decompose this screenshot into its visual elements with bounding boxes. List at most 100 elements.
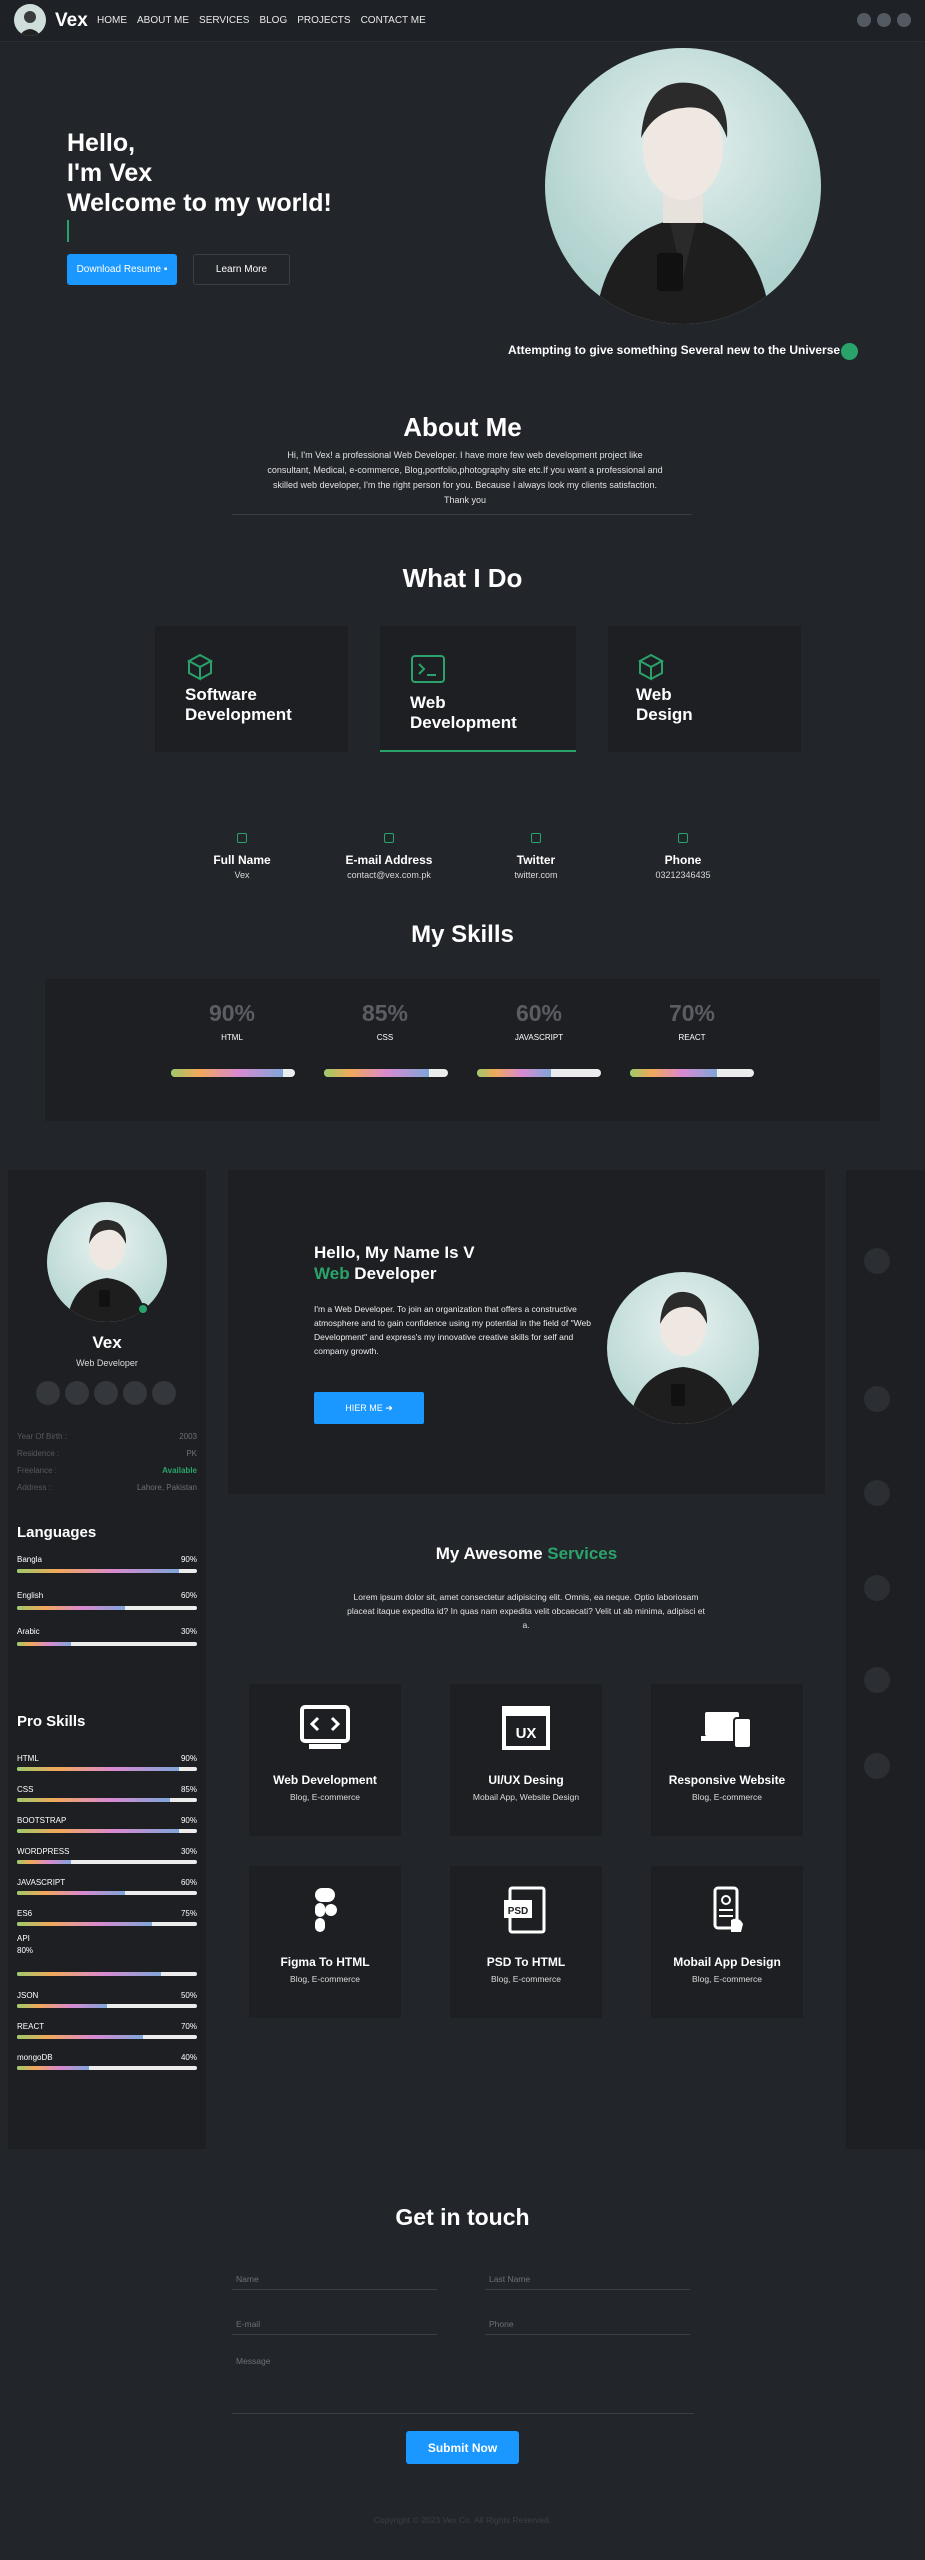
- skill-javascript: 60% JAVASCRIPT: [514, 1000, 564, 1042]
- brand-name[interactable]: Vex: [55, 10, 88, 32]
- service-psd[interactable]: PSD PSD To HTML Blog, E-commerce: [450, 1866, 602, 2018]
- intro-panel: Hello, My Name Is V Web Developer I'm a …: [228, 1170, 825, 1494]
- email-input[interactable]: E-mail: [232, 2309, 437, 2335]
- service-card-web-design[interactable]: Web Design: [608, 626, 801, 752]
- profile-sidebar: Vex Web Developer Year Of Birth :2003 Re…: [8, 1170, 206, 2149]
- info-birth: Year Of Birth :2003: [17, 1432, 197, 1441]
- last-name-input[interactable]: Last Name: [485, 2264, 690, 2290]
- pro-skill-label: JSON 50%: [17, 1991, 197, 2000]
- pro-skill-bar: [17, 1891, 197, 1895]
- message-textarea[interactable]: Message: [232, 2346, 694, 2414]
- instagram-icon[interactable]: [152, 1381, 176, 1405]
- nav-services[interactable]: SERVICES: [199, 15, 249, 26]
- info-freelance: Freelance : Available: [17, 1466, 197, 1475]
- service-ui-ux[interactable]: UX UI/UX Desing Mobail App, Website Desig…: [450, 1684, 602, 1836]
- facebook-icon[interactable]: [36, 1381, 60, 1405]
- nav-blog[interactable]: BLOG: [259, 15, 287, 26]
- hero-caption: Attempting to give something Several new…: [508, 343, 841, 357]
- profile-social: [36, 1381, 176, 1405]
- skill-bar-react: [630, 1069, 754, 1077]
- pro-skill-label: WORDPRESS 30%: [17, 1847, 197, 1856]
- code-window-icon: [299, 1704, 351, 1752]
- hero-line-2: I'm Vex: [67, 159, 153, 187]
- phone-input[interactable]: Phone: [485, 2309, 690, 2335]
- briefcase-icon[interactable]: [864, 1667, 890, 1693]
- service-figma[interactable]: Figma To HTML Blog, E-commerce: [249, 1866, 401, 2018]
- divider: [232, 514, 692, 515]
- online-status: [137, 1303, 149, 1315]
- svg-text:UX: UX: [516, 1725, 537, 1742]
- language-label: Arabic 30%: [17, 1627, 197, 1636]
- pro-skill-bar: [17, 1860, 197, 1864]
- svg-text:PSD: PSD: [508, 1906, 529, 1917]
- skill-bar-css: [324, 1069, 448, 1077]
- pro-skill-label: API 80%: [17, 1934, 34, 1955]
- service-mobile-app[interactable]: Mobail App Design Blog, E-commerce: [651, 1866, 803, 2018]
- pro-skill-label: ES6 75%: [17, 1909, 197, 1918]
- language-bar: [17, 1569, 197, 1573]
- info-email: E-mail Address contact@vex.com.pk: [329, 833, 449, 880]
- hire-me-label: HIER ME: [345, 1403, 383, 1413]
- card-label: Software Development: [185, 685, 292, 724]
- graduation-icon[interactable]: [864, 1575, 890, 1601]
- service-web-development[interactable]: Web Development Blog, E-commerce: [249, 1684, 401, 1836]
- services-title: My Awesome Services: [435, 1544, 618, 1563]
- nav-home[interactable]: HOME: [97, 15, 127, 26]
- pro-skill-bar: [17, 1829, 197, 1833]
- intro-portrait: [607, 1272, 759, 1424]
- pro-skill-label: CSS 85%: [17, 1785, 197, 1794]
- about-title: About Me: [403, 412, 522, 442]
- linkedin-icon[interactable]: [94, 1381, 118, 1405]
- info-full-name: Full Name Vex: [182, 833, 302, 880]
- name-input[interactable]: Name: [232, 2264, 437, 2290]
- skill-css: 85% CSS: [361, 1000, 409, 1042]
- hire-me-button[interactable]: HIER ME ➜: [314, 1392, 424, 1424]
- user-icon[interactable]: [864, 1248, 890, 1274]
- logo-avatar[interactable]: [14, 4, 46, 36]
- info-phone: Phone 03212346435: [623, 833, 743, 880]
- home-icon: [384, 833, 394, 843]
- pro-skill-bar: [17, 1972, 197, 1976]
- what-i-do-title: What I Do: [402, 563, 523, 593]
- document-icon[interactable]: [864, 1480, 890, 1506]
- user-icon: [237, 833, 247, 843]
- right-nav-rail: [846, 1170, 925, 2149]
- github-icon[interactable]: [65, 1381, 89, 1405]
- card-label: Web Development: [410, 693, 517, 732]
- pro-skill-label: HTML 90%: [17, 1754, 197, 1763]
- nav-menu: HOME ABOUT ME SERVICES BLOG PROJECTS CON…: [97, 15, 426, 26]
- learn-more-button[interactable]: Learn More: [193, 254, 290, 285]
- submit-button[interactable]: Submit Now: [406, 2431, 519, 2464]
- nav-about[interactable]: ABOUT ME: [137, 15, 189, 26]
- pro-skill-label: BOOTSTRAP 90%: [17, 1816, 197, 1825]
- nav-contact[interactable]: CONTACT ME: [361, 15, 426, 26]
- pro-skill-bar: [17, 1922, 197, 1926]
- contact-title: Get in touch: [395, 2204, 530, 2230]
- skill-bar-javascript: [477, 1069, 601, 1077]
- twitter-icon: [531, 833, 541, 843]
- facebook-icon[interactable]: [857, 13, 871, 27]
- skill-bar-html: [171, 1069, 295, 1077]
- profile-role: Web Developer: [76, 1358, 138, 1368]
- about-text: Hi, I'm Vex! a professional Web Develope…: [267, 450, 663, 505]
- hero-line-3: Welcome to my world!: [67, 189, 332, 217]
- skill-html: 90% HTML: [208, 1000, 256, 1042]
- github-icon[interactable]: [877, 13, 891, 27]
- download-resume-button[interactable]: Download Resume ▪: [67, 254, 177, 285]
- pro-skill-bar: [17, 2004, 197, 2008]
- home-icon[interactable]: [864, 1386, 890, 1412]
- nav-projects[interactable]: PROJECTS: [297, 15, 350, 26]
- twitter-icon[interactable]: [123, 1381, 147, 1405]
- service-card-software[interactable]: Software Development: [155, 626, 348, 752]
- intro-heading: Hello, My Name Is V Web Developer: [314, 1243, 475, 1283]
- linkedin-icon[interactable]: [897, 13, 911, 27]
- chat-icon[interactable]: [864, 1753, 890, 1779]
- languages-title: Languages: [17, 1524, 97, 1541]
- language-bar: [17, 1642, 197, 1646]
- pro-skills-title: Pro Skills: [17, 1713, 86, 1730]
- service-responsive[interactable]: Responsive Website Blog, E-commerce: [651, 1684, 803, 1836]
- download-resume-label: Download Resume: [76, 264, 162, 275]
- service-card-web-dev[interactable]: Web Development: [380, 626, 576, 752]
- globe-icon: [841, 343, 858, 360]
- avatar: [47, 1202, 167, 1322]
